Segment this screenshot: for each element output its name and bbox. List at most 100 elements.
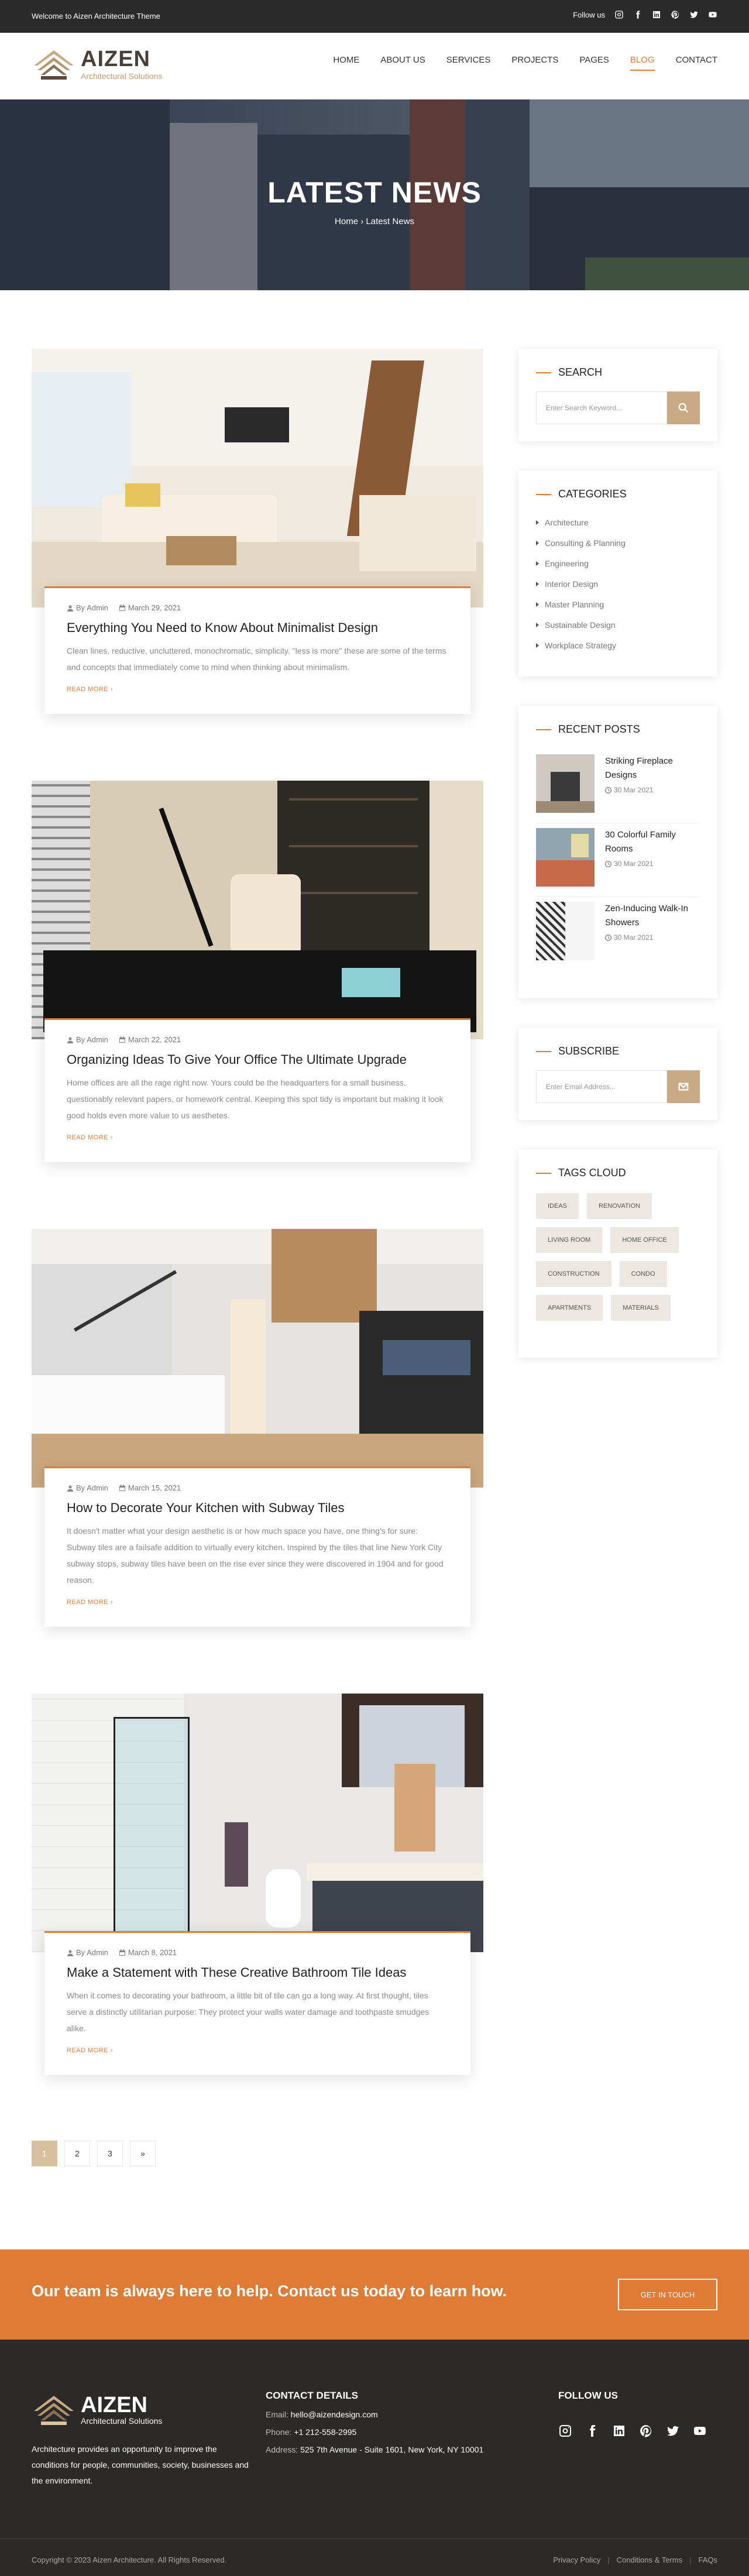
widget-title: RECENT POSTS xyxy=(536,723,700,736)
instagram-icon[interactable] xyxy=(614,10,624,19)
recent-post-thumbnail[interactable] xyxy=(536,902,595,960)
youtube-icon[interactable] xyxy=(708,10,717,19)
post-title[interactable]: Make a Statement with These Creative Bat… xyxy=(67,1965,448,1980)
email-field[interactable]: Enter Email Address... xyxy=(536,1070,667,1103)
facebook-icon[interactable] xyxy=(633,10,643,19)
tag-link[interactable]: CONSTRUCTION xyxy=(536,1261,611,1287)
search-icon xyxy=(678,403,688,413)
subscribe-widget: SUBSCRIBE Enter Email Address... xyxy=(518,1028,717,1120)
conditions-terms-link[interactable]: Conditions & Terms xyxy=(617,2556,682,2564)
category-item[interactable]: Interior Design xyxy=(536,573,700,594)
tag-link[interactable]: CONDO xyxy=(619,1261,667,1287)
footer-phone: Phone: +1 212-558-2995 xyxy=(266,2427,357,2437)
post-title[interactable]: Organizing Ideas To Give Your Office The… xyxy=(67,1052,448,1067)
pinterest-icon[interactable] xyxy=(639,2424,653,2441)
recent-post-title[interactable]: Zen-Inducing Walk-In Showers xyxy=(605,902,700,930)
caret-right-icon xyxy=(536,561,539,566)
welcome-text: Welcome to Aizen Architecture Theme xyxy=(32,12,160,20)
recent-post[interactable]: Zen-Inducing Walk-In Showers 30 Mar 2021 xyxy=(536,897,700,971)
page-link-2[interactable]: 2 xyxy=(64,2141,90,2166)
footer-follow: FOLLOW US xyxy=(558,2390,707,2441)
post-image[interactable] xyxy=(32,1694,483,1952)
breadcrumb-home[interactable]: Home xyxy=(335,217,358,226)
instagram-icon[interactable] xyxy=(558,2424,572,2441)
nav-contact[interactable]: CONTACT xyxy=(676,55,717,71)
nav-about-us[interactable]: ABOUT US xyxy=(380,55,425,71)
footer-address: Address: 525 7th Avenue - Suite 1601, Ne… xyxy=(266,2445,484,2454)
post-author[interactable]: By Admin xyxy=(76,1035,108,1044)
tag-link[interactable]: IDEAS xyxy=(536,1193,579,1219)
page-next-button[interactable]: » xyxy=(130,2141,156,2166)
category-item[interactable]: Consulting & Planning xyxy=(536,533,700,553)
post-meta: By Admin March 8, 2021 xyxy=(67,1948,448,1957)
subscribe-button[interactable] xyxy=(667,1070,700,1103)
facebook-icon[interactable] xyxy=(585,2424,599,2441)
footer-brand: AIZEN xyxy=(81,2393,147,2417)
footer-email: Email: hello@aizendesign.com xyxy=(266,2410,378,2419)
logo-brand: AIZEN xyxy=(81,47,150,71)
cta-banner: Our team is always here to help. Contact… xyxy=(0,2249,749,2340)
post-author[interactable]: By Admin xyxy=(76,1483,108,1492)
recent-post-thumbnail[interactable] xyxy=(536,828,595,887)
privacy-policy-link[interactable]: Privacy Policy xyxy=(553,2556,600,2564)
search-input[interactable]: Enter Search Keyword... xyxy=(536,391,667,424)
pinterest-icon[interactable] xyxy=(671,10,680,19)
post-image[interactable] xyxy=(32,1229,483,1488)
category-item[interactable]: Engineering xyxy=(536,553,700,573)
category-item[interactable]: Architecture xyxy=(536,512,700,533)
post-title[interactable]: How to Decorate Your Kitchen with Subway… xyxy=(67,1500,448,1516)
nav-blog[interactable]: BLOG xyxy=(630,55,655,71)
chevron-right-icon: › xyxy=(110,2047,113,2054)
footer-bottom: Copyright © 2023 Aizen Architecture. All… xyxy=(0,2539,749,2576)
recent-post-title[interactable]: Striking Fireplace Designs xyxy=(605,754,700,782)
post-excerpt: It doesn't matter what your design aesth… xyxy=(67,1526,444,1585)
nav-home[interactable]: HOME xyxy=(333,55,359,71)
post-card: By Admin March 15, 2021 How to Decorate … xyxy=(44,1466,470,1627)
topbar-social: Follow us xyxy=(573,10,717,19)
post-author[interactable]: By Admin xyxy=(76,1948,108,1957)
tag-link[interactable]: APARTMENTS xyxy=(536,1295,603,1321)
footer-heading: FOLLOW US xyxy=(558,2390,618,2401)
follow-label: Follow us xyxy=(573,10,605,19)
get-in-touch-button[interactable]: GET IN TOUCH xyxy=(618,2279,717,2310)
page-title: LATEST NEWS xyxy=(267,176,482,209)
calendar-icon xyxy=(119,1949,125,1956)
tag-link[interactable]: RENOVATION xyxy=(587,1193,652,1219)
calendar-icon xyxy=(119,604,125,611)
search-button[interactable] xyxy=(667,391,700,424)
post-image[interactable] xyxy=(32,349,483,607)
read-more-link[interactable]: READ MORE › xyxy=(67,686,448,693)
twitter-icon[interactable] xyxy=(666,2424,680,2441)
tag-link[interactable]: LIVING ROOM xyxy=(536,1227,603,1253)
nav-projects[interactable]: PROJECTS xyxy=(511,55,558,71)
tag-link[interactable]: MATERIALS xyxy=(611,1295,671,1321)
category-item[interactable]: Sustainable Design xyxy=(536,614,700,635)
footer-logo[interactable]: AIZEN Architectural Solutions xyxy=(32,2391,162,2429)
faqs-link[interactable]: FAQs xyxy=(698,2556,717,2564)
page-link-3[interactable]: 3 xyxy=(97,2141,123,2166)
recent-post-thumbnail[interactable] xyxy=(536,754,595,813)
nav-services[interactable]: SERVICES xyxy=(446,55,491,71)
youtube-icon[interactable] xyxy=(693,2424,707,2441)
recent-post[interactable]: Striking Fireplace Designs 30 Mar 2021 xyxy=(536,750,700,823)
read-more-link[interactable]: READ MORE › xyxy=(67,2047,448,2054)
recent-post-title[interactable]: 30 Colorful Family Rooms xyxy=(605,828,700,856)
post-title[interactable]: Everything You Need to Know About Minima… xyxy=(67,620,448,636)
read-more-link[interactable]: READ MORE › xyxy=(67,1134,448,1141)
caret-right-icon xyxy=(536,520,539,525)
linkedin-icon[interactable] xyxy=(612,2424,626,2441)
recent-post[interactable]: 30 Colorful Family Rooms 30 Mar 2021 xyxy=(536,823,700,897)
twitter-icon[interactable] xyxy=(689,10,699,19)
category-item[interactable]: Master Planning xyxy=(536,594,700,614)
nav-pages[interactable]: PAGES xyxy=(579,55,609,71)
page-link-1[interactable]: 1 xyxy=(32,2141,57,2166)
read-more-link[interactable]: READ MORE › xyxy=(67,1599,448,1606)
post-author[interactable]: By Admin xyxy=(76,603,108,612)
post-date: March 8, 2021 xyxy=(128,1948,177,1957)
logo-mark-icon xyxy=(34,2396,74,2425)
site-logo[interactable]: AIZEN Architectural Solutions xyxy=(32,46,162,83)
linkedin-icon[interactable] xyxy=(652,10,661,19)
category-item[interactable]: Workplace Strategy xyxy=(536,635,700,655)
post-image[interactable] xyxy=(32,781,483,1039)
tag-link[interactable]: HOME OFFICE xyxy=(610,1227,679,1253)
